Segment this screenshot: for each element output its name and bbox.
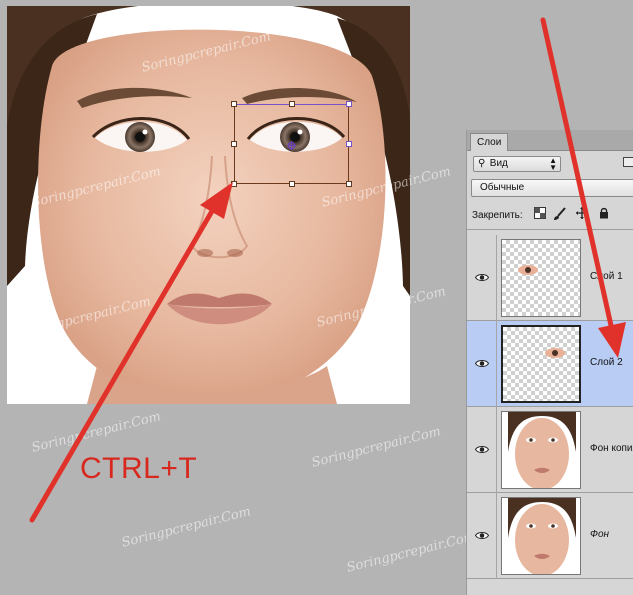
layer-thumbnail [501, 325, 581, 403]
lock-transparent-pixels-icon[interactable] [533, 207, 547, 221]
transform-handle-middle-left[interactable] [231, 141, 237, 147]
visibility-toggle[interactable] [467, 493, 497, 579]
layer-filter-select[interactable]: ⚲ Вид ▲ ▼ [473, 156, 561, 172]
transform-handle-bottom-right[interactable] [346, 181, 352, 187]
blend-mode-row: Обычные [467, 177, 633, 203]
transform-handle-bottom-left[interactable] [231, 181, 237, 187]
transform-handle-top-right[interactable] [346, 101, 352, 107]
layer-row-layer-2[interactable]: Слой 2 [467, 321, 633, 407]
layer-filter-row: ⚲ Вид ▲ ▼ [467, 151, 633, 177]
panel-tabbar: Слои [467, 130, 633, 151]
transform-handle-top-center[interactable] [289, 101, 295, 107]
watermark: Soringpcrepair.Com [310, 424, 443, 471]
tab-layers[interactable]: Слои [470, 133, 509, 151]
face-photo [7, 6, 410, 404]
layer-name: Фон копия [590, 443, 633, 454]
transform-handle-middle-right[interactable] [346, 141, 352, 147]
visibility-toggle[interactable] [467, 407, 497, 493]
lock-image-pixels-brush-icon[interactable] [553, 207, 567, 221]
eye-icon [475, 360, 489, 367]
image-filter-icon[interactable] [623, 157, 633, 167]
layer-filter-value: Вид [489, 158, 508, 169]
eye-icon [475, 274, 489, 281]
hotkey-annotation: CTRL+T [80, 452, 198, 485]
layer-name: Слой 2 [590, 357, 623, 368]
eye-icon [475, 446, 489, 453]
watermark: Soringpcrepair.Com [30, 409, 163, 456]
visibility-toggle[interactable] [467, 321, 497, 407]
lock-label: Закрепить: [472, 210, 523, 221]
transform-handle-bottom-center[interactable] [289, 181, 295, 187]
watermark: Soringpcrepair.Com [120, 504, 253, 551]
lock-position-move-icon[interactable] [575, 207, 589, 221]
layer-row-layer-1[interactable]: Слой 1 [467, 235, 633, 321]
layer-name: Фон [590, 529, 610, 540]
layer-name: Слой 1 [590, 271, 623, 282]
layer-row-background-copy[interactable]: Фон копия [467, 407, 633, 493]
layers-panel: Слои ⚲ Вид ▲ ▼ Обычные Закрепить: Слой 1… [466, 130, 633, 595]
transform-handle-top-left[interactable] [231, 101, 237, 107]
layer-thumbnail [501, 497, 581, 575]
search-icon: ⚲ [478, 158, 486, 169]
lock-row: Закрепить: [467, 203, 633, 230]
eye-icon [475, 532, 489, 539]
layer-thumbnail [501, 411, 581, 489]
updown-arrows-icon: ▲ ▼ [549, 156, 557, 172]
visibility-toggle[interactable] [467, 235, 497, 321]
watermark: Soringpcrepair.Com [345, 529, 478, 576]
transform-reference-point[interactable] [287, 141, 296, 150]
layer-thumbnail [501, 239, 581, 317]
layer-row-background[interactable]: Фон [467, 493, 633, 579]
blend-mode-select[interactable]: Обычные [471, 179, 633, 197]
lock-all-icon[interactable] [597, 207, 611, 221]
